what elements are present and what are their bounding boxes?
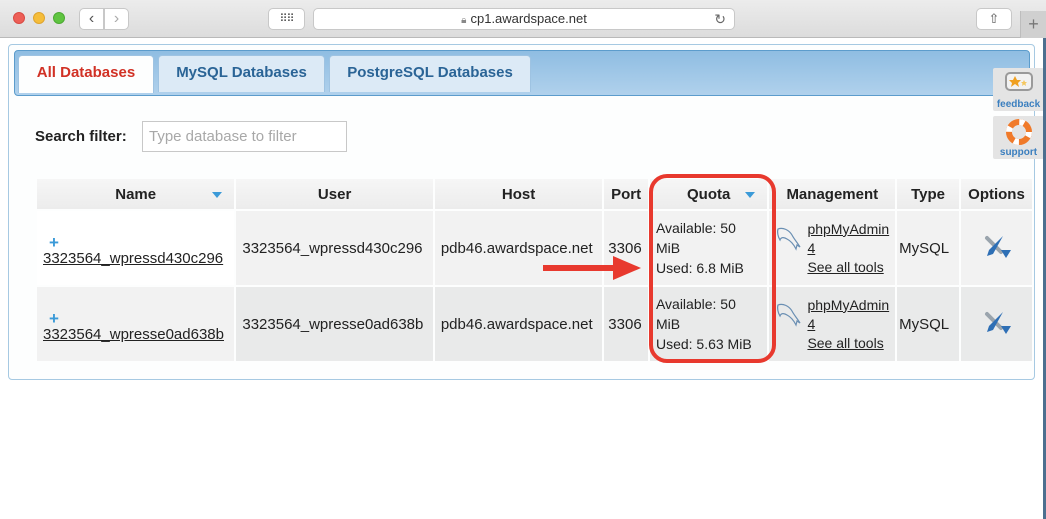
column-header-management: Management — [767, 177, 898, 211]
column-header-name[interactable]: Name — [34, 177, 237, 211]
column-header-label: Port — [611, 185, 642, 203]
databases-panel: All Databases MySQL Databases PostgreSQL… — [8, 44, 1035, 380]
sort-arrow-icon[interactable] — [212, 192, 223, 198]
column-header-options: Options — [959, 177, 1034, 211]
databases-table: Name User Host Port Quota Management Typ… — [34, 177, 1034, 363]
management-cell: phpMyAdmin 4 See all tools — [767, 209, 898, 287]
see-all-tools-link[interactable]: See all tools — [807, 258, 889, 277]
type-cell: MySQL — [895, 209, 961, 287]
management-cell: phpMyAdmin 4 See all tools — [767, 285, 898, 363]
column-header-label: User — [317, 185, 352, 203]
quota-cell: Available: 50 MiB Used: 5.63 MiB — [647, 285, 770, 363]
expand-plus-icon[interactable]: + — [49, 310, 228, 327]
new-tab-button[interactable]: + — [1020, 11, 1046, 38]
url-text: cp1.awardspace.net — [470, 11, 587, 26]
column-header-label: Name — [115, 185, 157, 203]
see-all-tools-link[interactable]: See all tools — [807, 334, 889, 353]
tab-bar: All Databases MySQL Databases PostgreSQL… — [14, 50, 1030, 96]
table-row: + 3323564_wpresse0ad638b 3323564_wpresse… — [34, 285, 1034, 363]
tab-mysql-databases[interactable]: MySQL Databases — [158, 55, 325, 92]
column-header-port: Port — [602, 177, 650, 211]
reload-icon[interactable]: ↻ — [714, 9, 726, 29]
column-header-type: Type — [895, 177, 961, 211]
quota-used: Used: 5.63 MiB — [655, 336, 752, 352]
column-header-label: Management — [786, 185, 879, 203]
forward-button[interactable]: › — [104, 8, 129, 30]
port-cell: 3306 — [602, 209, 650, 287]
tab-overview-button[interactable]: ⠿⠿ — [268, 8, 305, 30]
chevron-left-icon: ‹ — [88, 10, 95, 27]
search-filter-input[interactable] — [142, 121, 347, 152]
support-widget[interactable]: support — [993, 116, 1044, 159]
table-row: + 3323564_wpressd430c296 3323564_wpressd… — [34, 209, 1034, 287]
close-window-button[interactable] — [13, 12, 25, 24]
database-name-link[interactable]: 3323564_wpressd430c296 — [43, 250, 228, 267]
options-cell — [959, 209, 1034, 287]
column-header-label: Type — [911, 185, 946, 203]
address-bar[interactable]: 🔒︎ cp1.awardspace.net ↻ — [313, 8, 735, 30]
support-label: support — [999, 147, 1038, 158]
minimize-window-button[interactable] — [33, 12, 45, 24]
column-header-quota[interactable]: Quota — [647, 177, 770, 211]
search-filter-label: Search filter: — [35, 128, 127, 145]
back-button[interactable]: ‹ — [79, 8, 104, 30]
quota-available: Available: 50 MiB — [655, 220, 736, 256]
table-header-row: Name User Host Port Quota Management Typ… — [34, 177, 1034, 211]
tab-postgresql-databases[interactable]: PostgreSQL Databases — [329, 55, 531, 92]
feedback-widget[interactable]: feedback — [993, 68, 1044, 111]
column-header-label: Quota — [687, 185, 731, 203]
feedback-star-icon — [1004, 72, 1033, 91]
feedback-label: feedback — [996, 99, 1041, 110]
browser-toolbar: ‹ › ⠿⠿ 🔒︎ cp1.awardspace.net ↻ ⇧ + — [0, 0, 1046, 38]
share-button[interactable]: ⇧ — [976, 8, 1012, 30]
column-header-user: User — [234, 177, 435, 211]
tab-all-databases[interactable]: All Databases — [18, 55, 154, 93]
quota-available: Available: 50 MiB — [655, 296, 736, 332]
lifebuoy-icon — [1005, 119, 1032, 145]
lock-icon: 🔒︎ — [461, 15, 467, 26]
port-cell: 3306 — [602, 285, 650, 363]
name-cell: + 3323564_wpresse0ad638b — [34, 285, 237, 363]
chevron-right-icon: › — [113, 10, 120, 27]
column-header-host: Host — [432, 177, 605, 211]
mysql-dolphin-icon — [777, 227, 801, 251]
host-cell: pdb46.awardspace.net — [432, 209, 605, 287]
options-cell — [959, 285, 1034, 363]
user-cell: 3323564_wpresse0ad638b — [234, 285, 435, 363]
type-cell: MySQL — [895, 285, 961, 363]
tools-options-icon[interactable] — [981, 308, 1013, 340]
grid-icon: ⠿⠿ — [279, 13, 294, 25]
tools-options-icon[interactable] — [981, 232, 1013, 264]
quota-used: Used: 6.8 MiB — [655, 260, 744, 276]
quota-cell: Available: 50 MiB Used: 6.8 MiB — [647, 209, 770, 287]
host-cell: pdb46.awardspace.net — [432, 285, 605, 363]
user-cell: 3323564_wpressd430c296 — [234, 209, 435, 287]
name-cell: + 3323564_wpressd430c296 — [34, 209, 237, 287]
database-name-link[interactable]: 3323564_wpresse0ad638b — [43, 326, 228, 343]
column-header-label: Host — [501, 185, 536, 203]
sort-arrow-icon[interactable] — [745, 192, 756, 198]
column-header-label: Options — [968, 185, 1025, 203]
share-icon: ⇧ — [988, 11, 1000, 26]
plus-icon: + — [1028, 14, 1039, 34]
phpmyadmin-link[interactable]: phpMyAdmin 4 — [807, 296, 889, 334]
zoom-window-button[interactable] — [53, 12, 65, 24]
mysql-dolphin-icon — [777, 303, 801, 327]
expand-plus-icon[interactable]: + — [49, 234, 228, 251]
phpmyadmin-link[interactable]: phpMyAdmin 4 — [807, 220, 889, 258]
